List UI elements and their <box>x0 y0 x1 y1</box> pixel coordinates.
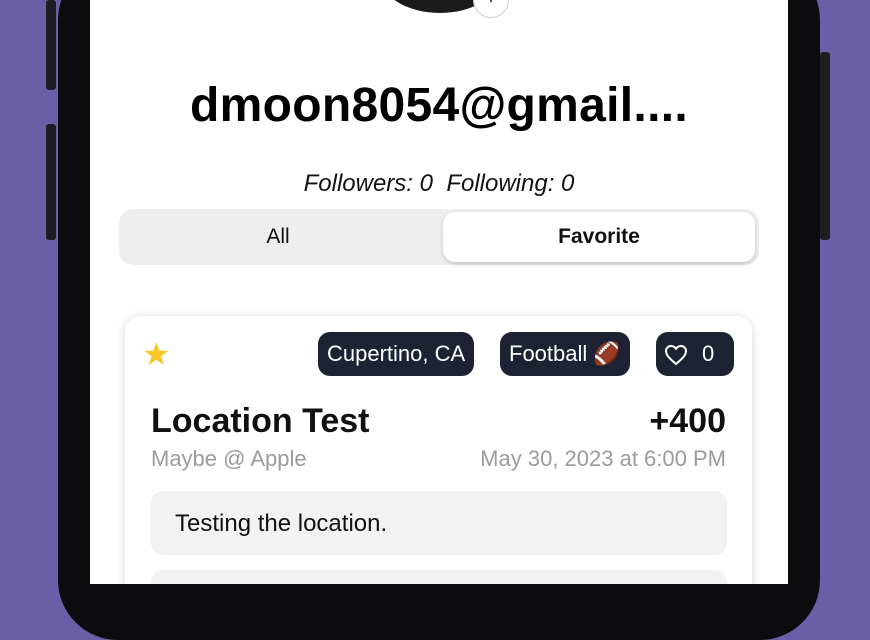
sport-badge[interactable]: Football 🏈 <box>500 332 630 376</box>
post-date: May 30, 2023 at 6:00 PM <box>480 446 726 471</box>
post-card[interactable]: ★ Cupertino, CA Football 🏈 0 Location Te… <box>125 316 752 584</box>
heart-icon <box>665 345 687 366</box>
like-button[interactable]: 0 <box>656 332 734 376</box>
plus-icon[interactable]: + <box>473 0 509 18</box>
post-note-text: Testing the location. <box>175 510 388 537</box>
post-title: Location Test <box>151 402 370 440</box>
post-subtitle: Maybe @ Apple <box>151 446 307 471</box>
post-odds: +400 <box>649 402 726 440</box>
phone-side-button-left-bottom <box>46 124 56 240</box>
tab-favorite[interactable]: Favorite <box>443 212 755 262</box>
tab-all[interactable]: All <box>122 212 434 262</box>
post-note: Testing the location. <box>151 491 727 555</box>
phone-side-button-left-top <box>46 0 56 90</box>
follow-counts: Followers: 0 Following: 0 <box>303 170 575 197</box>
post-note-secondary <box>151 570 727 584</box>
like-count: 0 <box>702 341 715 366</box>
username: dmoon8054@gmail.... <box>190 79 688 132</box>
segmented-control: All Favorite <box>119 209 759 265</box>
app-screen: + dmoon8054@gmail.... Followers: 0 Follo… <box>90 0 788 584</box>
star-icon[interactable]: ★ <box>142 337 171 371</box>
phone-side-button-right <box>820 52 830 240</box>
location-badge[interactable]: Cupertino, CA <box>318 332 475 376</box>
